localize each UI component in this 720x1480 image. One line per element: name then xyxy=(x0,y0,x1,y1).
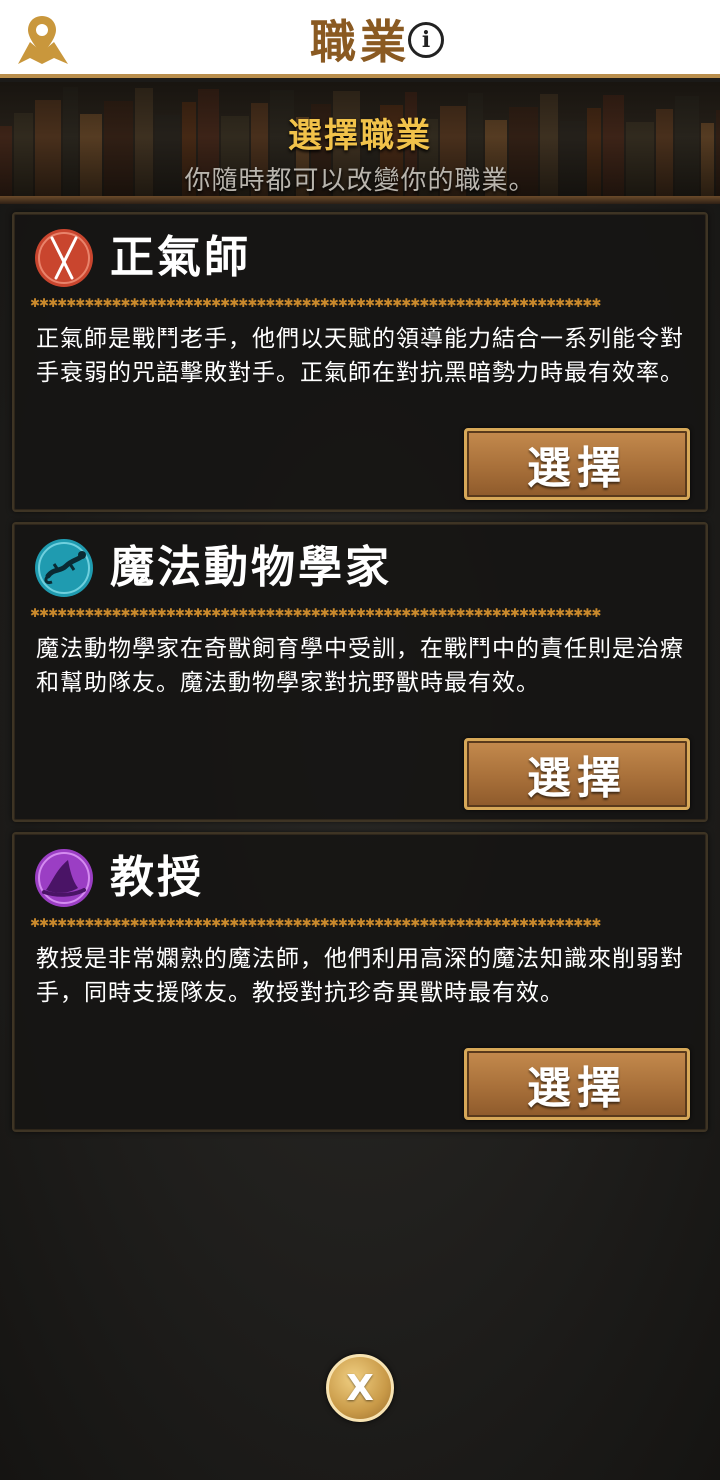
shelf-edge xyxy=(0,196,720,204)
select-magizoologist-button[interactable]: 選擇 xyxy=(464,738,690,810)
profession-name: 魔法動物學家 xyxy=(110,542,392,593)
star-divider: ✱✱✱✱✱✱✱✱✱✱✱✱✱✱✱✱✱✱✱✱✱✱✱✱✱✱✱✱✱✱✱✱✱✱✱✱✱✱✱✱… xyxy=(30,916,601,930)
profession-card-auror: 正氣師 ✱✱✱✱✱✱✱✱✱✱✱✱✱✱✱✱✱✱✱✱✱✱✱✱✱✱✱✱✱✱✱✱✱✱✱✱… xyxy=(12,212,708,512)
profession-name: 教授 xyxy=(110,852,204,903)
profession-description: 魔法動物學家在奇獸飼育學中受訓，在戰鬥中的責任則是治療和幫助隊友。魔法動物學家對… xyxy=(36,636,684,696)
choose-profession-title: 選擇職業 xyxy=(288,116,432,156)
wizard-hat-icon xyxy=(35,849,93,907)
top-bar: 職業 i xyxy=(0,0,720,78)
info-icon[interactable]: i xyxy=(408,22,444,58)
profession-name: 正氣師 xyxy=(110,232,251,283)
star-divider: ✱✱✱✱✱✱✱✱✱✱✱✱✱✱✱✱✱✱✱✱✱✱✱✱✱✱✱✱✱✱✱✱✱✱✱✱✱✱✱✱… xyxy=(30,296,601,310)
star-divider: ✱✱✱✱✱✱✱✱✱✱✱✱✱✱✱✱✱✱✱✱✱✱✱✱✱✱✱✱✱✱✱✱✱✱✱✱✱✱✱✱… xyxy=(30,606,601,620)
profession-card-magizoologist: 魔法動物學家 ✱✱✱✱✱✱✱✱✱✱✱✱✱✱✱✱✱✱✱✱✱✱✱✱✱✱✱✱✱✱✱✱✱… xyxy=(12,522,708,822)
select-professor-button[interactable]: 選擇 xyxy=(464,1048,690,1120)
bookshelf-banner: 選擇職業 你隨時都可以改變你的職業。 xyxy=(0,82,720,204)
crossed-wands-icon xyxy=(35,229,93,287)
profession-description: 正氣師是戰鬥老手，他們以天賦的領導能力結合一系列能令對手衰弱的咒語擊敗對手。正氣… xyxy=(36,326,684,386)
page-title: 職業 xyxy=(310,15,410,69)
select-auror-button[interactable]: 選擇 xyxy=(464,428,690,500)
close-button[interactable]: X xyxy=(326,1354,394,1422)
salamander-icon xyxy=(35,539,93,597)
banner-subtitle: 你隨時都可以改變你的職業。 xyxy=(184,166,536,196)
profession-description: 教授是非常嫻熟的魔法師，他們利用高深的魔法知識來削弱對手，同時支援隊友。教授對抗… xyxy=(36,946,684,1006)
profession-card-professor: 教授 ✱✱✱✱✱✱✱✱✱✱✱✱✱✱✱✱✱✱✱✱✱✱✱✱✱✱✱✱✱✱✱✱✱✱✱✱✱… xyxy=(12,832,708,1132)
